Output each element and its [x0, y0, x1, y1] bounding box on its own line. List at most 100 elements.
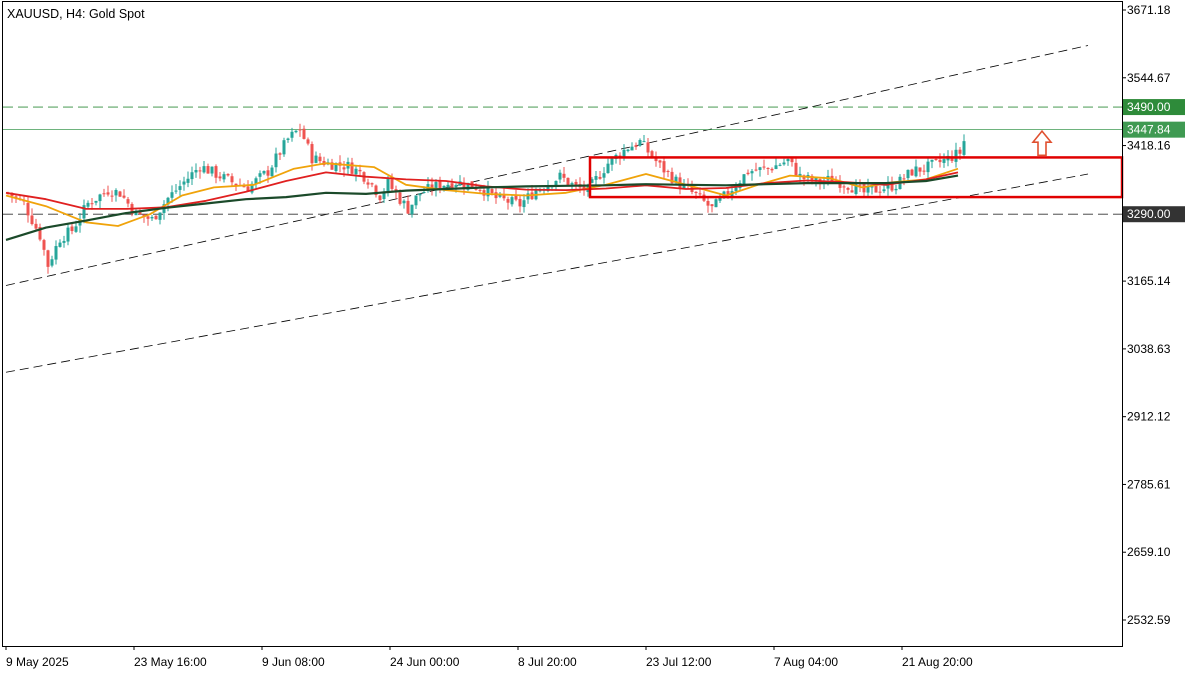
candle-body — [230, 176, 234, 183]
candle-body — [378, 195, 382, 201]
candle — [202, 161, 206, 174]
candle — [58, 239, 62, 248]
candle — [314, 151, 318, 164]
candle-body — [358, 169, 362, 172]
candle — [322, 156, 326, 167]
candle-body — [218, 176, 222, 179]
candle — [118, 190, 122, 197]
candle — [122, 189, 126, 199]
candle-body — [778, 164, 782, 166]
price-chart[interactable]: 3671.18 3544.67 3418.16 3165.14 3038.63 2912.… — [0, 0, 1200, 675]
y-tick-label: 3165.14 — [1127, 274, 1171, 288]
candle — [666, 169, 670, 178]
candle — [906, 169, 910, 182]
candle-body — [190, 172, 194, 180]
candle — [406, 195, 410, 215]
candle-body — [30, 215, 34, 225]
current-price-badge-label: 3447.84 — [1127, 123, 1171, 137]
candle-body — [182, 181, 186, 185]
y-tick-label: 2532.59 — [1127, 613, 1171, 627]
candle-body — [178, 186, 182, 190]
candle-body — [786, 158, 790, 162]
chart-canvas[interactable]: 3671.18 3544.67 3418.16 3165.14 3038.63 2912.… — [0, 0, 1200, 675]
candle — [414, 195, 418, 210]
candle — [282, 137, 286, 157]
candle-body — [226, 173, 230, 176]
candle-body — [62, 240, 66, 243]
candle-body — [318, 156, 322, 162]
candle-body — [270, 167, 274, 177]
candle-body — [478, 189, 482, 191]
candle — [262, 170, 266, 176]
candle — [30, 208, 34, 226]
candle-body — [558, 172, 562, 180]
candle-body — [258, 173, 262, 177]
moving-averages — [5, 162, 959, 241]
level-badge-lower: 3290.00 — [1123, 206, 1185, 223]
y-tick-label: 3544.67 — [1127, 71, 1171, 85]
candle-body — [94, 200, 98, 203]
candle — [518, 194, 522, 213]
candle — [938, 153, 942, 168]
candle — [670, 167, 674, 186]
y-tick-label: 2785.61 — [1127, 477, 1171, 491]
candle — [626, 148, 630, 153]
candle — [274, 147, 278, 173]
candle — [910, 168, 914, 176]
candle-body — [762, 166, 766, 168]
candle — [102, 188, 106, 197]
candle — [230, 173, 234, 187]
candle — [750, 169, 754, 181]
candle-body — [566, 177, 570, 186]
candle-body — [298, 129, 302, 131]
candle-body — [638, 140, 642, 146]
candle-body — [446, 184, 450, 188]
candle — [854, 179, 858, 196]
candle — [782, 158, 786, 166]
candle-body — [642, 141, 646, 143]
candle — [598, 170, 602, 180]
candle — [94, 200, 98, 206]
candle-body — [34, 223, 38, 229]
candle-body — [874, 185, 878, 193]
candle — [66, 224, 70, 246]
x-tick-label: 21 Aug 20:00 — [902, 655, 973, 669]
candle-body — [370, 183, 374, 185]
candle-body — [714, 199, 718, 208]
candle-body — [398, 192, 402, 204]
candle — [942, 153, 946, 168]
candle-body — [490, 189, 494, 194]
candle-body — [402, 200, 406, 204]
candle-body — [626, 149, 630, 152]
candle-body — [630, 146, 634, 151]
candle — [418, 193, 422, 202]
candle-body — [926, 161, 930, 173]
candle — [294, 130, 298, 134]
candle-body — [790, 158, 794, 163]
candle — [830, 168, 834, 183]
candle-body — [522, 200, 526, 208]
candle — [222, 171, 226, 183]
candle — [254, 176, 258, 189]
candle — [654, 151, 658, 167]
candle-body — [150, 217, 154, 219]
candle-body — [706, 201, 710, 206]
candle — [402, 199, 406, 209]
candle — [174, 183, 178, 194]
candle-body — [438, 181, 442, 189]
candle — [710, 204, 714, 213]
y-tick-label: 3671.18 — [1127, 3, 1171, 17]
candle-body — [390, 179, 394, 189]
candle-body — [842, 186, 846, 188]
candle — [458, 175, 462, 187]
y-tick-label: 2659.10 — [1127, 545, 1171, 559]
candle-body — [66, 227, 70, 242]
candle — [858, 179, 862, 192]
candle — [762, 159, 766, 170]
candle — [114, 188, 118, 202]
candle-body — [290, 131, 294, 138]
candle-body — [934, 158, 938, 160]
candle — [34, 218, 38, 231]
candle — [46, 249, 50, 274]
candle — [210, 166, 214, 177]
